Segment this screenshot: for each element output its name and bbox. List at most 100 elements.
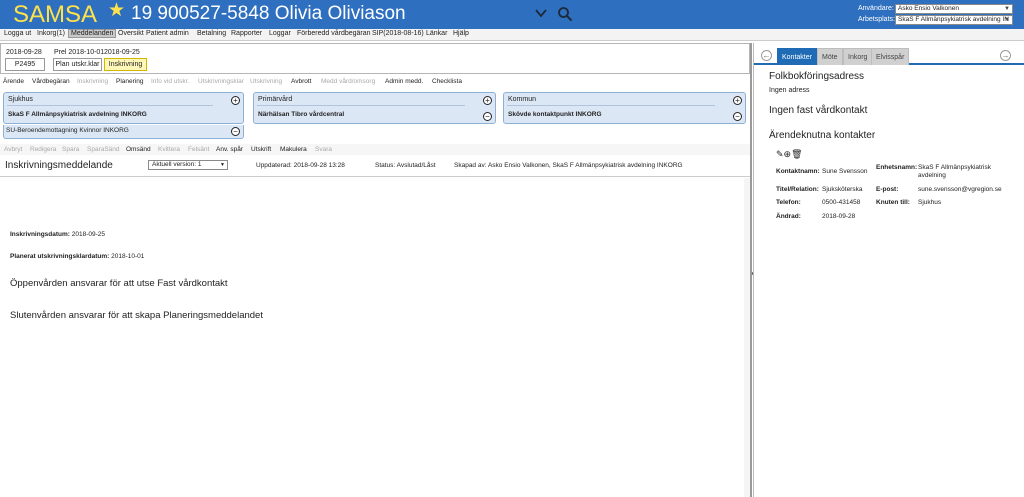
action-redigera: Redigera <box>30 146 57 153</box>
action-makulera[interactable]: Makulera <box>280 146 307 153</box>
workplace-label: Arbetsplats: <box>858 16 895 23</box>
arrow-left-icon[interactable]: ← <box>761 50 772 61</box>
workplace-select[interactable]: SkaS F Allmänpsykiatrisk avdelning IN ▼ <box>895 15 1013 25</box>
remove-circle-icon[interactable]: − <box>733 112 742 121</box>
menu-links[interactable]: Länkar <box>426 30 447 37</box>
action-medd-vard: Medd vård/omsorg <box>321 78 376 85</box>
add-circle-icon[interactable]: + <box>483 96 492 105</box>
action-sparasand: SparaSänd <box>87 146 120 153</box>
favorite-star-icon[interactable]: ★ <box>108 0 125 22</box>
contact-name: Sune Svensson <box>822 168 868 175</box>
contact-email-label: E-post: <box>876 186 899 193</box>
created-by-text: Skapad av: Asko Ensio Valkonen, SkaS F A… <box>454 162 683 169</box>
contact-link-label: Knuten till: <box>876 199 910 206</box>
action-checklista[interactable]: Checklista <box>432 78 462 85</box>
action-admin-medd[interactable]: Admin medd. <box>385 78 423 85</box>
menu-reports[interactable]: Rapporter <box>231 30 262 37</box>
right-tabs: ← Kontakter Möte Inkorg Elvisspår → <box>754 45 1024 65</box>
contact-title-label: Titel/Relation: <box>776 186 819 193</box>
contact-changed-label: Ändrad: <box>776 213 801 220</box>
contact-link: Sjukhus <box>918 199 942 206</box>
menu-logout[interactable]: Logga ut <box>4 30 31 37</box>
action-kvittera: Kvittera <box>158 146 181 153</box>
app-window: SAMSA ★ 19 900527-5848 Olivia Oliviason … <box>0 0 1024 497</box>
care-box-hospital: Sjukhus SkaS F Allmänpsykiatrisk avdelni… <box>3 92 244 124</box>
action-info-utskr: Info vid utskr. <box>151 78 190 85</box>
remove-circle-icon[interactable]: − <box>231 127 240 136</box>
remove-circle-icon[interactable]: − <box>483 112 492 121</box>
action-utskrift[interactable]: Utskrift <box>251 146 271 153</box>
care-box-title: Kommun <box>508 96 537 103</box>
action-inskrivning: Inskrivning <box>77 78 109 85</box>
care-box-value: Närhälsan Tibro vårdcentral <box>258 111 345 118</box>
action-planering[interactable]: Planering <box>116 78 143 85</box>
dropdown-arrow-icon: ▼ <box>1004 17 1010 23</box>
action-arende[interactable]: Ärende <box>3 78 24 85</box>
contact-phone-label: Telefon: <box>776 199 801 206</box>
menu-sip[interactable]: SIP(2018-08-16) <box>372 30 424 37</box>
timeline-date: 2018-09-25 <box>104 49 140 56</box>
main-menu: Logga ut Inkorg(1) Meddelanden Översikt … <box>0 29 1024 41</box>
contact-phone: 0500-431458 <box>822 199 861 206</box>
timeline-event-p2495[interactable]: P2495 <box>5 58 45 71</box>
divider <box>257 105 465 106</box>
field-planned-discharge: Planerat utskrivningsklardatum: 2018-10-… <box>10 253 145 260</box>
user-label: Användare: <box>858 5 894 12</box>
care-box-title: Primärvård <box>258 96 293 103</box>
timeline-event-plan[interactable]: Plan utskr.klar <box>53 58 102 71</box>
menu-inbox[interactable]: Inkorg(1) <box>37 30 65 37</box>
care-box-primary: Primärvård Närhälsan Tibro vårdcentral +… <box>253 92 496 124</box>
menu-prepared-request[interactable]: Förberedd vårdbegäran <box>297 30 371 37</box>
app-logo: SAMSA <box>13 1 98 28</box>
action-avbrott[interactable]: Avbrott <box>291 78 311 85</box>
action-omsand[interactable]: Omsänd <box>126 146 151 153</box>
divider <box>7 105 213 106</box>
arrow-right-icon[interactable]: → <box>1000 50 1011 61</box>
dropdown-arrow-icon: ▼ <box>1004 6 1010 12</box>
chevron-down-icon[interactable] <box>534 6 548 20</box>
updated-text: Uppdaterad: 2018-09-28 13:28 <box>256 162 345 169</box>
contact-unit: SkaS F Allmänpsykiatrisk <box>918 164 991 171</box>
timeline-date: Prel 2018-10-01 <box>54 49 105 56</box>
message-titlebar: Inskrivningsmeddelande Aktuell version: … <box>0 156 750 177</box>
menu-logs[interactable]: Loggar <box>269 30 291 37</box>
user-select[interactable]: Asko Ensio Valkonen ▼ <box>895 4 1013 14</box>
contact-changed: 2018-09-28 <box>822 213 856 220</box>
edit-icon[interactable]: ✎ <box>776 149 784 159</box>
section-heading-case-contacts: Ärendeknutna kontakter <box>769 130 876 141</box>
tab-inkorg[interactable]: Inkorg <box>843 48 873 65</box>
timeline: 2018-09-28 P2495 Prel 2018-10-01 Plan ut… <box>0 43 750 74</box>
add-circle-icon[interactable]: + <box>733 96 742 105</box>
message-paragraph: Öppenvården ansvarar för att utse Fast v… <box>10 278 228 289</box>
tab-elvisspar[interactable]: Elvisspår <box>871 48 910 65</box>
contact-email[interactable]: sune.svensson@vgregion.se <box>918 186 1002 193</box>
message-title: Inskrivningsmeddelande <box>5 160 113 171</box>
trash-icon[interactable]: 🗑 <box>791 149 802 159</box>
patient-title: 19 900527-5848 Olivia Oliviason <box>131 3 406 24</box>
care-box-title: Sjukhus <box>8 96 33 103</box>
contact-title: Sjuksköterska <box>822 186 863 193</box>
app-header: SAMSA ★ 19 900527-5848 Olivia Oliviason … <box>0 0 1024 29</box>
add-circle-icon[interactable]: + <box>231 96 240 105</box>
contact-name-label: Kontaktnamn: <box>776 168 820 175</box>
search-icon[interactable] <box>557 6 573 22</box>
vertical-scrollbar[interactable] <box>744 178 750 497</box>
care-box-value: SkaS F Allmänpsykiatrisk avdelning INKOR… <box>8 111 147 118</box>
menu-patient-admin[interactable]: Patient admin <box>146 30 189 37</box>
menu-overview[interactable]: Översikt <box>118 30 144 37</box>
timeline-event-inskrivning[interactable]: Inskrivning <box>104 58 147 71</box>
action-vardbegaran[interactable]: Vårdbegäran <box>32 78 70 85</box>
tab-kontakter[interactable]: Kontakter <box>777 48 817 65</box>
version-select[interactable]: Aktuell version: 1 ▼ <box>148 160 228 170</box>
tab-mote[interactable]: Möte <box>817 48 843 65</box>
menu-help[interactable]: Hjälp <box>453 30 469 37</box>
menu-payment[interactable]: Betalning <box>197 30 226 37</box>
action-felsant: Felsänt <box>188 146 210 153</box>
action-anv-spar[interactable]: Anv. spår <box>216 146 243 153</box>
add-circle-icon[interactable]: ⊕ <box>784 149 792 159</box>
menu-messages[interactable]: Meddelanden <box>68 29 117 38</box>
divider <box>507 105 715 106</box>
case-action-bar: Ärende Vårdbegäran Inskrivning Planering… <box>0 76 750 87</box>
no-address-text: Ingen adress <box>769 87 810 94</box>
timeline-date: 2018-09-28 <box>6 49 42 56</box>
